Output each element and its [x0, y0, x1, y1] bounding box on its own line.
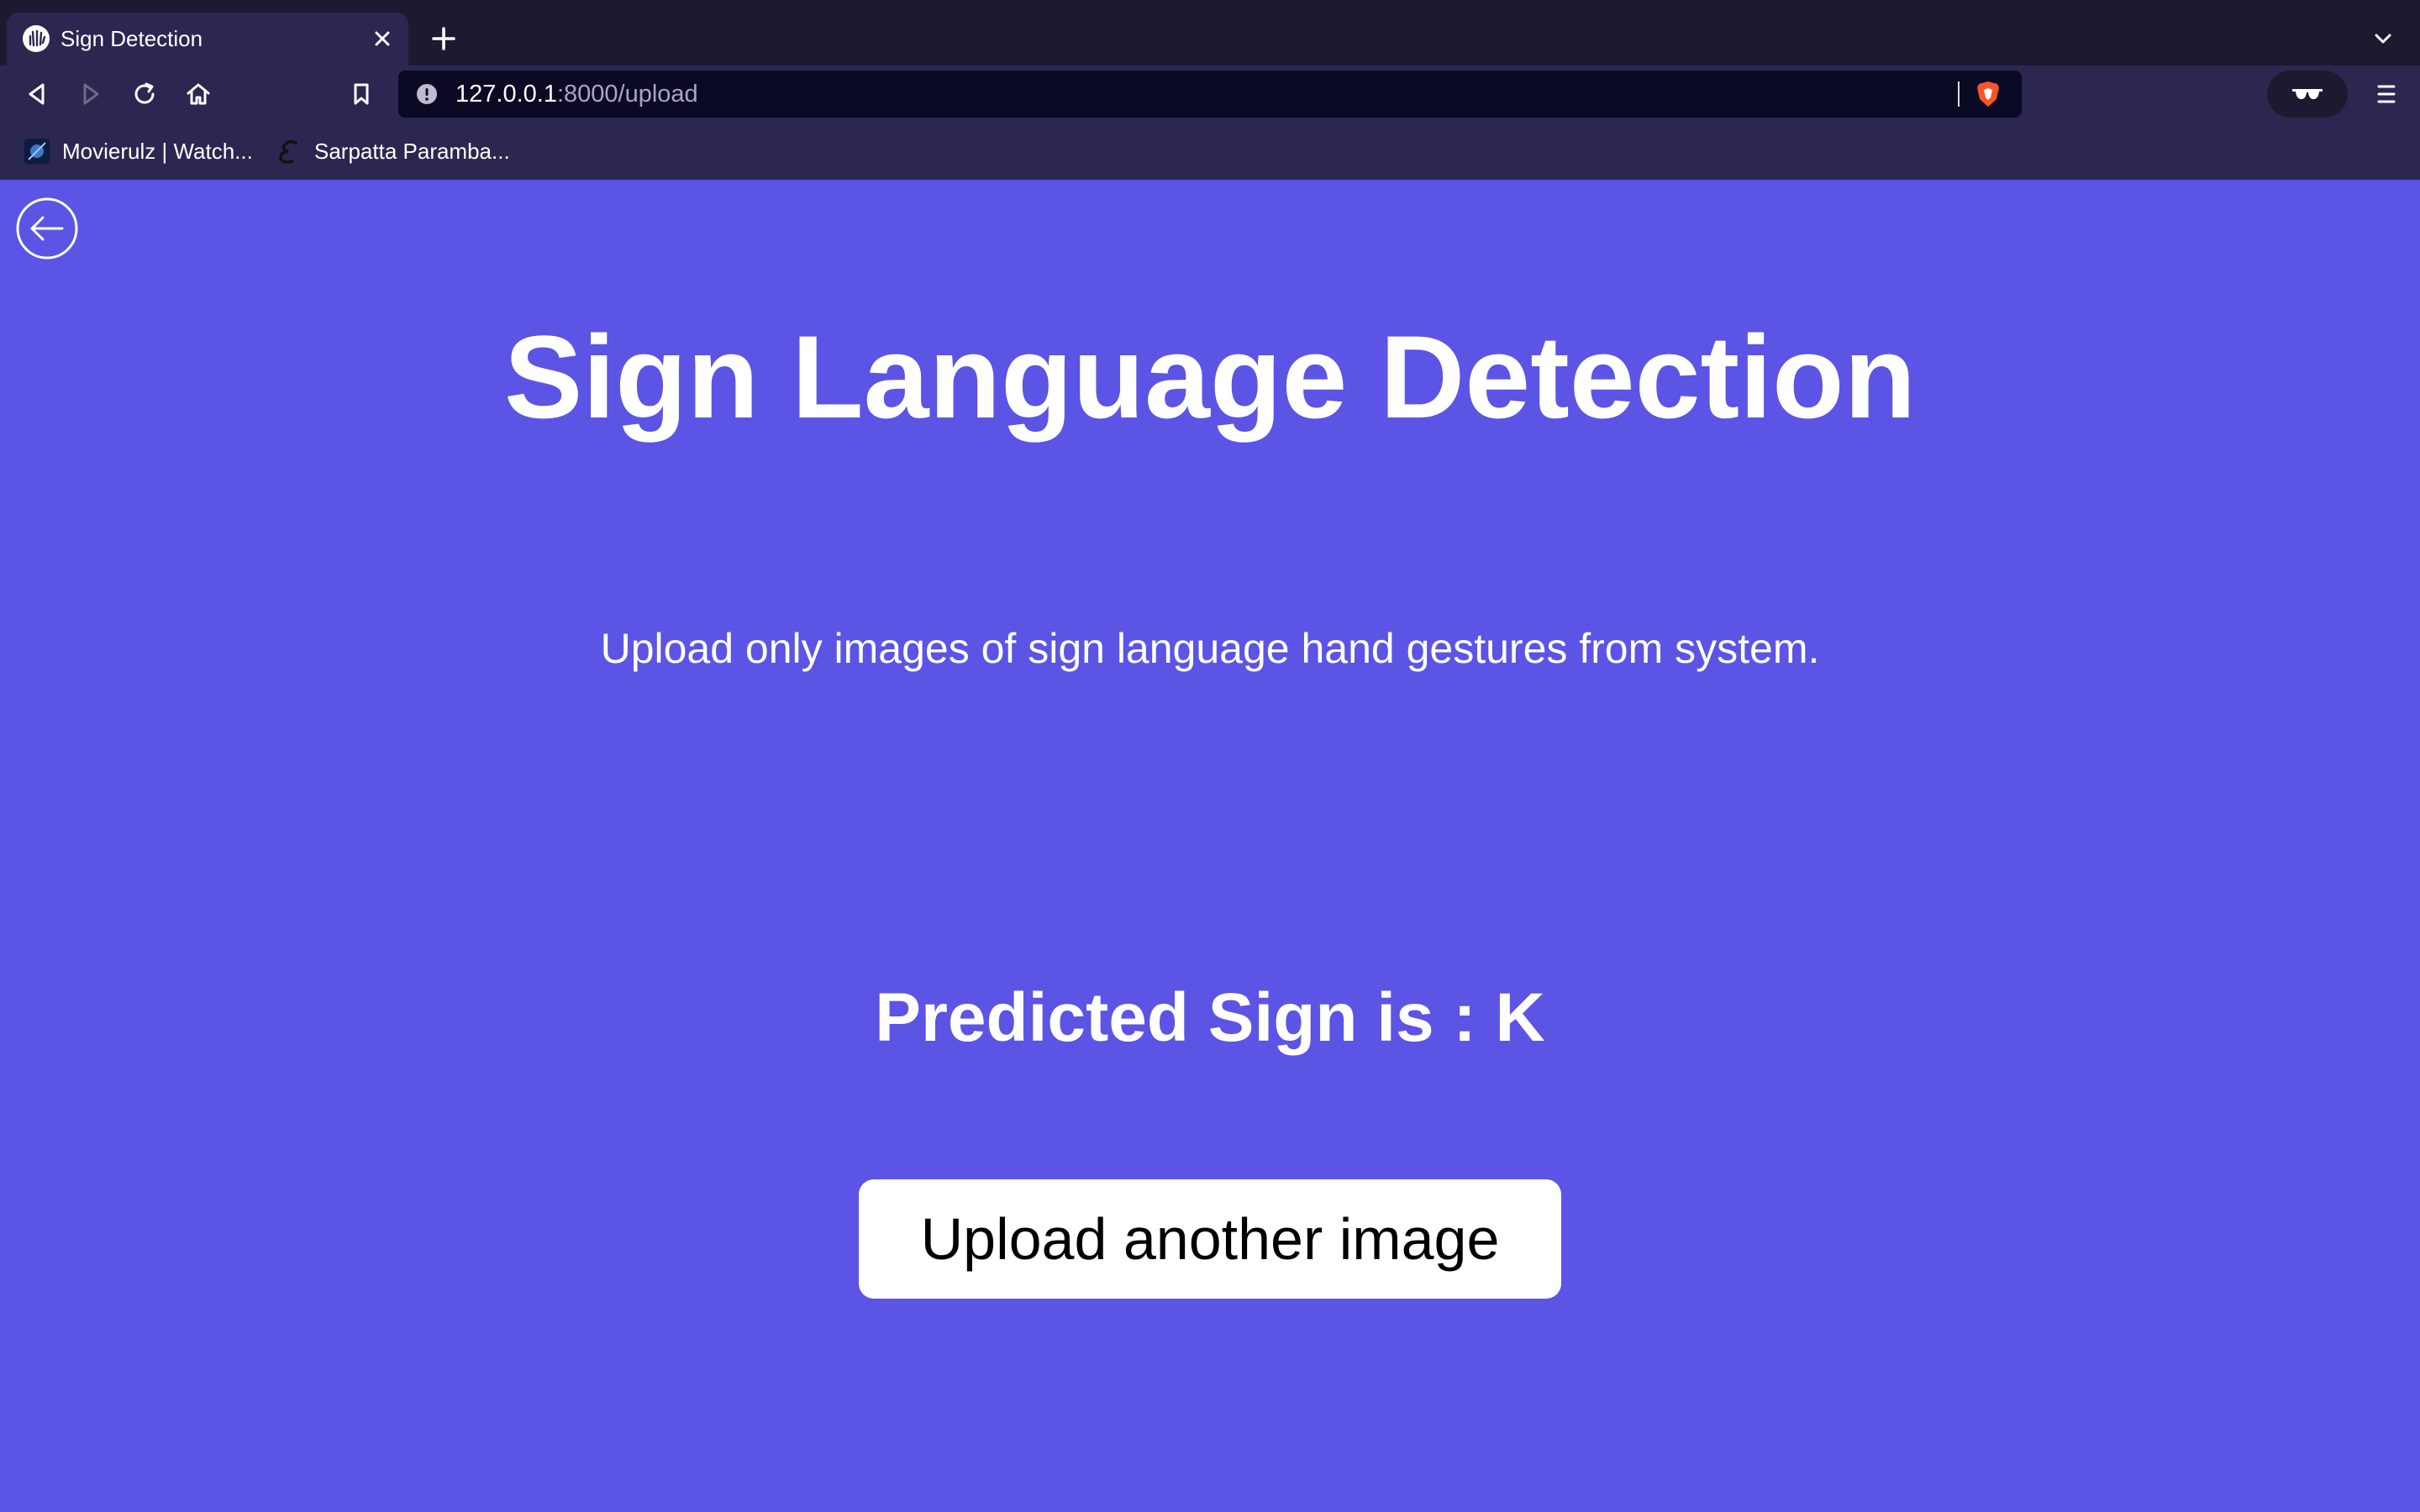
- brave-shield-icon[interactable]: [1973, 79, 2003, 109]
- bookmarks-bar: Movierulz | Watch... Sarpatta Paramba...: [0, 123, 2420, 180]
- tab-strip: Sign Detection: [0, 0, 2420, 66]
- hand-gesture-icon: [23, 25, 50, 52]
- home-icon[interactable]: [182, 77, 215, 111]
- url-path: :8000/upload: [556, 81, 698, 108]
- script-e-favicon: [279, 139, 297, 164]
- url-text: 127.0.0.1:8000/upload: [455, 81, 698, 108]
- bookmark-label: Movierulz | Watch...: [62, 139, 253, 164]
- page-subtitle: Upload only images of sign language hand…: [600, 625, 1820, 672]
- menu-icon[interactable]: [2370, 77, 2403, 111]
- chevron-down-icon[interactable]: [2368, 24, 2398, 54]
- url-host: 127.0.0.1: [455, 81, 557, 108]
- bookmark-item[interactable]: Sarpatta Paramba...: [276, 134, 528, 168]
- site-info-icon[interactable]: [415, 82, 439, 106]
- prediction-result: Predicted Sign is : K: [875, 979, 1545, 1056]
- bookmark-item[interactable]: Movierulz | Watch...: [24, 134, 267, 168]
- sunglasses-icon: [2292, 89, 2323, 99]
- upload-another-image-button[interactable]: Upload another image: [859, 1179, 1561, 1299]
- movierulz-favicon: [24, 139, 50, 164]
- bookmark-label: Sarpatta Paramba...: [314, 139, 510, 164]
- reload-icon[interactable]: [128, 77, 161, 111]
- page-title: Sign Language Detection: [503, 311, 1917, 443]
- browser-tab[interactable]: Sign Detection: [7, 13, 408, 66]
- back-arrow-icon[interactable]: [15, 197, 79, 260]
- close-icon[interactable]: [368, 24, 397, 53]
- bookmark-icon[interactable]: [345, 77, 378, 111]
- tab-title: Sign Detection: [60, 26, 203, 51]
- address-bar[interactable]: 127.0.0.1:8000/upload: [398, 71, 2022, 118]
- back-nav-icon[interactable]: [20, 77, 54, 111]
- wallet-button[interactable]: [2267, 71, 2348, 118]
- url-divider: [1958, 81, 1960, 107]
- page-content: Sign Language Detection Upload only imag…: [0, 180, 2420, 1512]
- new-tab-icon[interactable]: [427, 22, 460, 55]
- forward-nav-icon[interactable]: [74, 77, 108, 111]
- browser-toolbar: 127.0.0.1:8000/upload: [0, 66, 2420, 123]
